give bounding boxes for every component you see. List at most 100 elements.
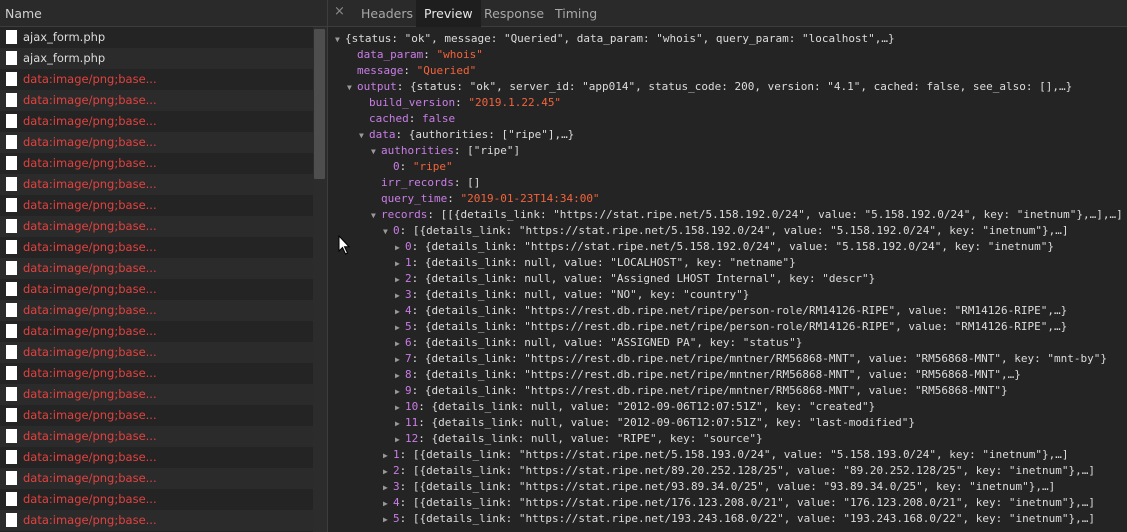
name-column-header[interactable]: Name [0,0,327,27]
request-row[interactable]: data:image/png;base... [0,174,313,195]
file-icon [6,387,17,401]
json-line[interactable]: ▼ data: {authorities: ["ripe"],…} [359,127,574,143]
request-row[interactable]: data:image/png;base... [0,447,313,468]
json-line[interactable]: ▼ records: [[{details_link: "https://stat… [371,207,1123,223]
request-row[interactable]: data:image/png;base... [0,468,313,489]
request-row[interactable]: data:image/png;base... [0,342,313,363]
json-line[interactable]: ▶ 7: {details_link: "https://rest.db.ripe… [395,351,1107,367]
request-row[interactable]: ajax_form.php [0,27,313,48]
request-row[interactable]: data:image/png;base... [0,363,313,384]
json-line[interactable]: ▶ 2: {details_link: null, value: "Assigne… [395,271,875,287]
json-token: : [{details_link: "https://stat.ripe.net… [399,496,1095,509]
json-token: : {details_link: "https://rest.db.ripe.n… [411,320,1068,333]
json-line[interactable]: ▼ authorities: ["ripe"] [371,143,520,159]
request-row[interactable]: data:image/png;base... [0,510,313,531]
json-line: irr_records: [] [371,175,480,191]
json-token: "Queried" [416,64,477,77]
json-token: {status: "ok", message: "Queried", data_… [345,32,895,45]
json-line[interactable]: ▶ 12: {details_link: null, value: "RIPE",… [395,431,763,447]
json-token: : {details_link: null, value: "LOCALHOST… [411,256,796,269]
request-row[interactable]: data:image/png;base... [0,426,313,447]
json-line[interactable]: ▶ 6: {details_link: null, value: "ASSIGNE… [395,335,802,351]
request-name: ajax_form.php [23,51,106,65]
close-icon[interactable]: × [334,4,345,19]
request-row[interactable]: data:image/png;base... [0,69,313,90]
json-token: : {details_link: null, value: "2012-09-0… [418,400,876,413]
json-line[interactable]: ▼ output: {status: "ok", server_id: "app0… [347,79,1072,95]
json-line[interactable]: ▶ 1: {details_link: null, value: "LOCALHO… [395,255,796,271]
request-row[interactable]: data:image/png;base... [0,195,313,216]
request-name: data:image/png;base... [23,135,157,149]
json-line[interactable]: ▼ {status: "ok", message: "Queried", data… [335,31,895,47]
json-line[interactable]: ▶ 11: {details_link: null, value: "2012-0… [395,415,915,431]
json-line[interactable]: ▶ 0: {details_link: "https://stat.ripe.ne… [395,239,1054,255]
json-token: : {authorities: ["ripe"],…} [395,128,575,141]
tab-preview[interactable]: Preview [416,0,481,27]
json-token: data [369,128,396,141]
request-row[interactable]: data:image/png;base... [0,405,313,426]
request-row[interactable]: data:image/png;base... [0,216,313,237]
json-token: : [{details_link: "https://stat.ripe.net… [399,448,1069,461]
request-row[interactable]: data:image/png;base... [0,489,313,510]
detail-tab-bar: × Headers Preview Response Timing [328,0,1127,27]
json-token: 0 [393,224,400,237]
tab-timing[interactable]: Timing [547,0,605,27]
file-icon [6,177,17,191]
collapsed-arrow-icon: ▶ [395,435,400,444]
json-token: 2 [405,272,412,285]
json-line[interactable]: ▶ 1: [{details_link: "https://stat.ripe.n… [383,447,1069,463]
json-token: 0 [405,240,412,253]
file-icon [6,261,17,275]
json-token: : {details_link: null, value: "NO", key:… [411,288,750,301]
request-row[interactable]: data:image/png;base... [0,153,313,174]
json-line[interactable]: ▶ 5: {details_link: "https://rest.db.ripe… [395,319,1067,335]
request-rows: ajax_form.php ajax_form.php data:image/png… [0,27,313,532]
json-token: authorities [381,144,454,157]
request-list-scrollbar[interactable] [313,27,327,532]
json-line[interactable]: ▶ 10: {details_link: null, value: "2012-0… [395,399,875,415]
request-name: data:image/png;base... [23,429,157,443]
json-line[interactable]: ▶ 9: {details_link: "https://rest.db.ripe… [395,383,1008,399]
request-name: data:image/png;base... [23,324,157,338]
collapsed-arrow-icon: ▶ [383,467,388,476]
json-token: : ["ripe"] [453,144,521,157]
request-row[interactable]: data:image/png;base... [0,111,313,132]
json-line[interactable]: ▶ 8: {details_link: "https://rest.db.ripe… [395,367,1021,383]
file-icon [6,429,17,443]
json-token: : [408,112,422,125]
json-line[interactable]: ▶ 3: {details_link: null, value: "NO", ke… [395,287,749,303]
tab-headers[interactable]: Headers [353,0,421,27]
json-line[interactable]: ▶ 3: [{details_link: "https://stat.ripe.n… [383,479,1055,495]
json-token: "2019.1.22.45" [468,96,562,109]
request-row[interactable]: data:image/png;base... [0,132,313,153]
json-token: 4 [393,496,400,509]
json-token: : [399,160,413,173]
json-token: : [{details_link: "https://stat.ripe.net… [399,464,1095,477]
request-row[interactable]: data:image/png;base... [0,321,313,342]
json-token: : [] [453,176,481,189]
request-row[interactable]: data:image/png;base... [0,384,313,405]
file-icon [6,135,17,149]
json-line: message: "Queried" [347,63,476,79]
json-line[interactable]: ▶ 4: {details_link: "https://rest.db.ripe… [395,303,1067,319]
request-row[interactable]: data:image/png;base... [0,258,313,279]
tab-response[interactable]: Response [476,0,552,27]
json-token: : {details_link: "https://rest.db.ripe.n… [411,368,1021,381]
json-line[interactable]: ▶ 5: [{details_link: "https://stat.ripe.n… [383,511,1095,527]
json-line[interactable]: ▼ 0: [{details_link: "https://stat.ripe.n… [383,223,1069,239]
json-line[interactable]: ▶ 4: [{details_link: "https://stat.ripe.n… [383,495,1095,511]
scrollbar-thumb[interactable] [314,29,325,179]
request-name: data:image/png;base... [23,177,157,191]
json-token: : [{details_link: "https://stat.ripe.net… [399,512,1095,525]
json-line[interactable]: ▶ 2: [{details_link: "https://stat.ripe.n… [383,463,1095,479]
request-row[interactable]: data:image/png;base... [0,300,313,321]
file-icon [6,345,17,359]
request-name: data:image/png;base... [23,387,157,401]
request-row[interactable]: data:image/png;base... [0,237,313,258]
request-name: data:image/png;base... [23,240,157,254]
request-row[interactable]: ajax_form.php [0,48,313,69]
request-row[interactable]: data:image/png;base... [0,90,313,111]
request-row[interactable]: data:image/png;base... [0,279,313,300]
json-token: : [{details_link: "https://stat.ripe.net… [399,480,1056,493]
json-token: query_time [381,192,448,205]
